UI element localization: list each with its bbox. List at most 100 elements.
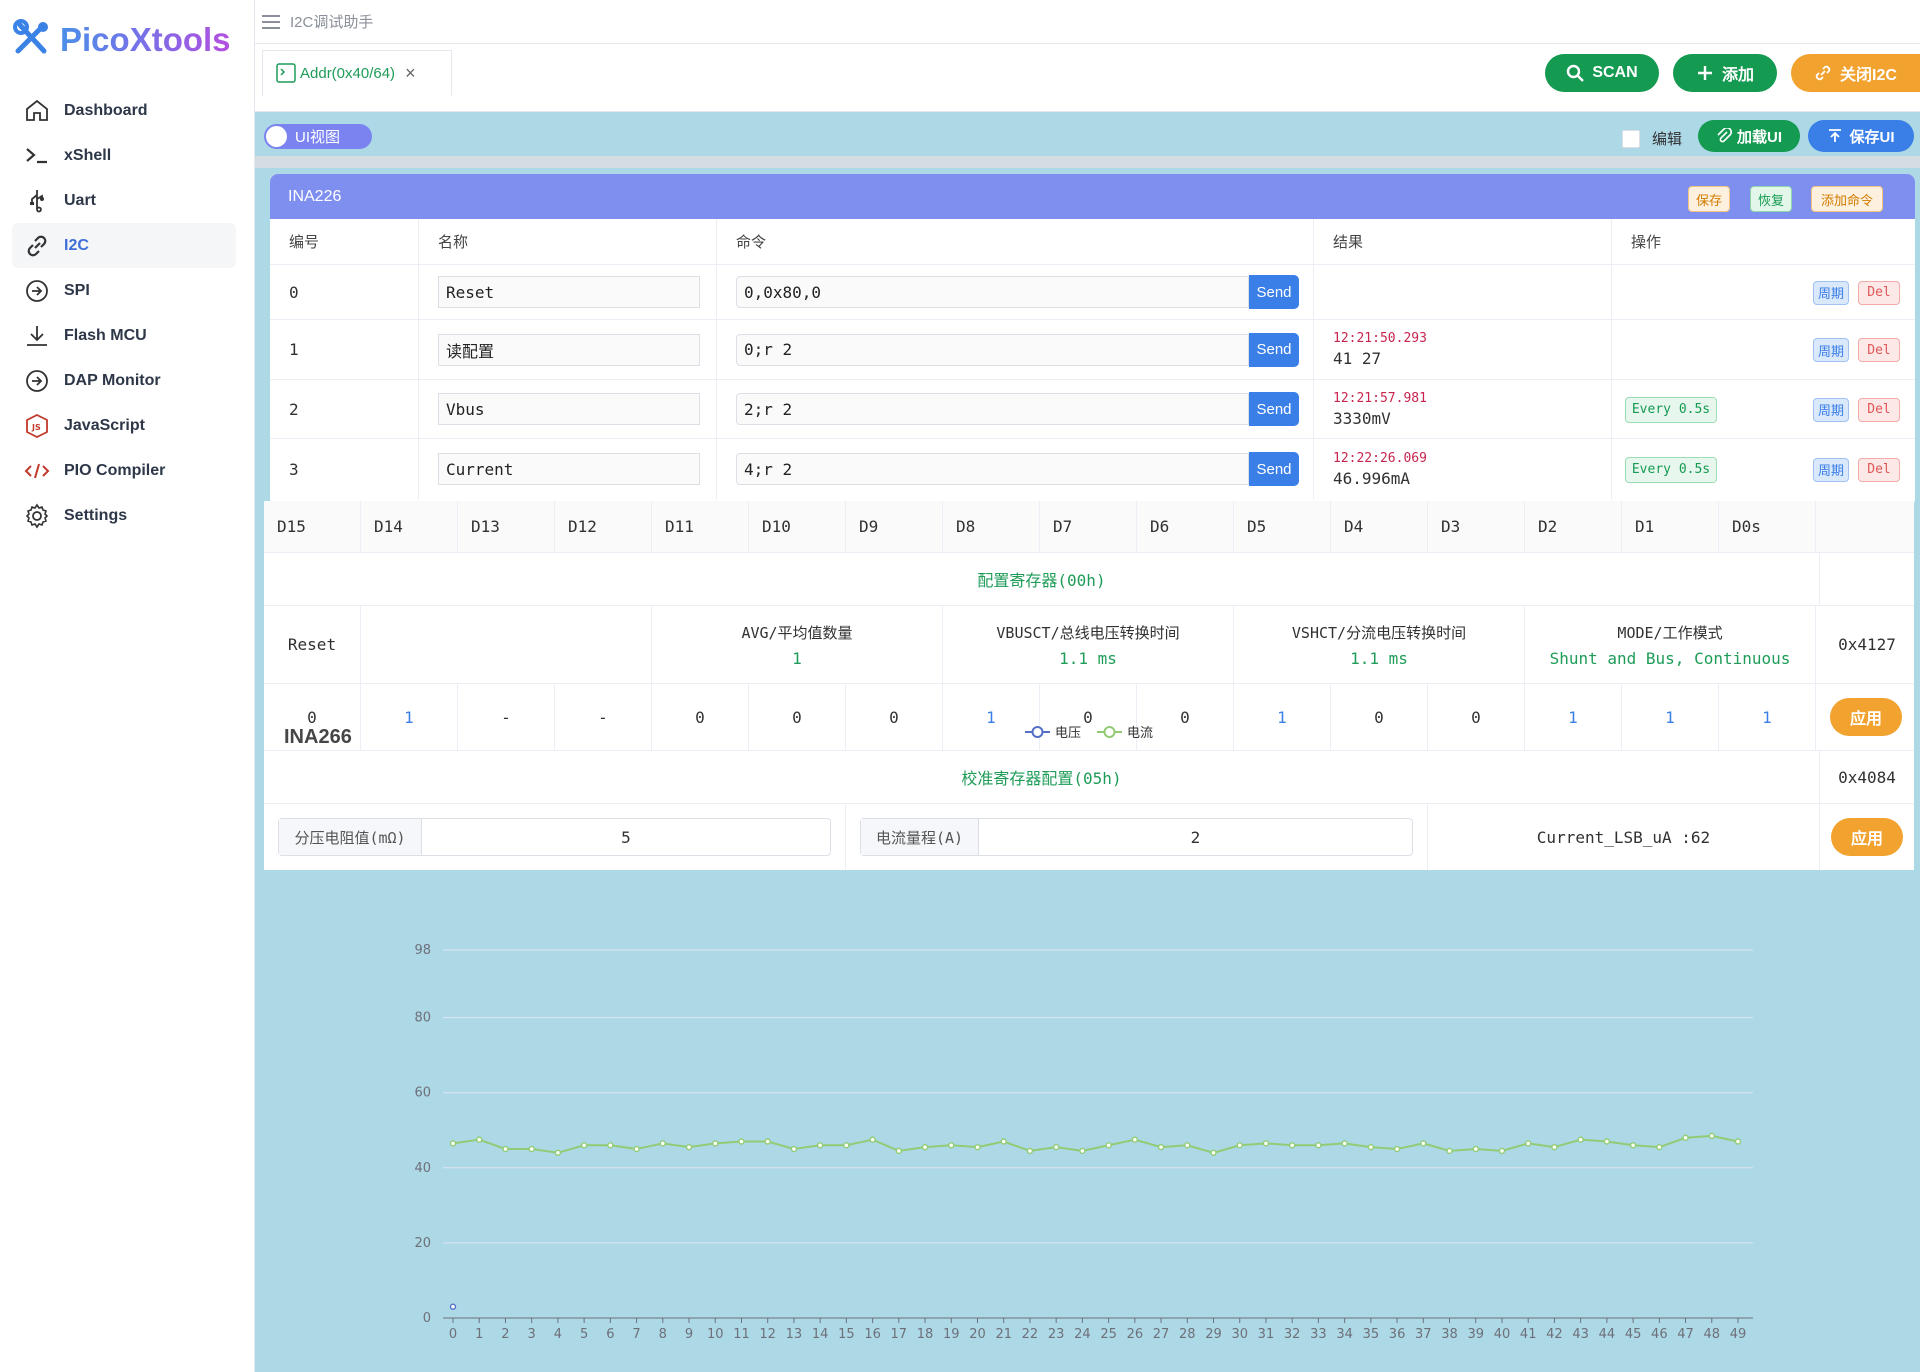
x-tick-label: 42 [1546,1327,1563,1342]
data-point[interactable] [895,1147,903,1155]
add-button[interactable]: 添加 [1673,54,1777,92]
data-point[interactable] [1026,1147,1034,1155]
data-point[interactable] [1184,1142,1191,1149]
period-button[interactable]: 周期 [1813,280,1849,305]
data-point[interactable] [1393,1145,1401,1153]
legend-item[interactable]: 电流 [1097,726,1153,741]
data-point[interactable] [528,1145,535,1153]
data-point[interactable] [1079,1147,1086,1155]
data-point[interactable] [1131,1136,1139,1143]
sidebar-item-settings[interactable]: Settings [12,493,236,538]
command-input[interactable]: 0;r 2 [736,333,1249,366]
data-point[interactable] [476,1136,483,1143]
command-input[interactable]: 4;r 2 [736,453,1249,485]
data-point[interactable] [1262,1140,1270,1147]
sidebar-item-xshell[interactable]: xShell [12,133,236,178]
data-point[interactable] [1603,1138,1611,1145]
data-point[interactable] [449,1140,457,1147]
edit-checkbox[interactable] [1622,129,1640,148]
del-button[interactable]: Del [1858,457,1900,482]
close-icon[interactable]: × [405,63,416,84]
sidebar-item-dap-monitor[interactable]: DAP Monitor [12,358,236,403]
data-point[interactable] [790,1145,798,1153]
data-point[interactable] [1498,1147,1506,1155]
sidebar-item-i2c[interactable]: I2C [12,223,236,268]
send-button[interactable]: Send [1249,452,1299,486]
menu-icon[interactable] [260,13,282,31]
data-point[interactable] [1105,1142,1112,1149]
data-point[interactable] [580,1142,588,1149]
app-logo[interactable]: PicoXtools [12,18,231,62]
data-point[interactable] [1315,1142,1322,1149]
send-button[interactable]: Send [1249,392,1299,426]
name-input[interactable]: Reset [438,276,700,308]
name-input[interactable]: Vbus [438,393,700,425]
data-point[interactable] [1157,1143,1165,1151]
panel-save-button[interactable]: 保存 [1688,186,1730,212]
sidebar-item-uart[interactable]: Uart [12,178,236,223]
del-button[interactable]: Del [1858,280,1900,305]
scan-button[interactable]: SCAN [1545,54,1659,92]
panel-add-command-button[interactable]: 添加命令 [1811,186,1883,212]
data-point[interactable] [921,1143,929,1151]
data-point[interactable] [1551,1143,1558,1151]
period-button[interactable]: 周期 [1813,457,1849,482]
period-button[interactable]: 周期 [1813,397,1849,422]
data-point[interactable] [1052,1143,1060,1151]
sidebar-item-spi[interactable]: SPI [12,268,236,313]
data-point[interactable] [1656,1143,1663,1151]
tab-addr[interactable]: Addr(0x40/64) × [262,50,452,97]
data-point[interactable] [816,1142,824,1149]
edit-checkbox-group[interactable]: 编辑 [1622,128,1682,149]
data-point[interactable] [1682,1134,1689,1141]
send-button[interactable]: Send [1249,275,1299,309]
empty-cell [1820,501,1914,552]
period-button[interactable]: 周期 [1813,338,1849,362]
ui-view-toggle[interactable]: UI视图 [264,124,372,149]
data-point[interactable] [1236,1142,1243,1149]
send-button[interactable]: Send [1249,332,1299,367]
data-point[interactable] [974,1143,981,1151]
data-point[interactable] [1210,1149,1217,1156]
name-input[interactable]: Current [438,453,700,485]
data-point[interactable] [554,1149,562,1156]
data-point[interactable] [869,1136,876,1143]
data-point[interactable] [1367,1143,1375,1151]
load-ui-button[interactable]: 加载UI [1698,120,1800,152]
data-point[interactable] [1000,1138,1007,1145]
data-point[interactable] [1288,1142,1296,1149]
data-point[interactable] [948,1142,955,1149]
data-point[interactable] [502,1145,509,1153]
name-input[interactable]: 读配置 [438,333,700,366]
data-point[interactable] [633,1145,640,1153]
data-point[interactable] [1472,1145,1479,1153]
data-point[interactable] [1734,1138,1742,1145]
data-point[interactable] [1341,1140,1348,1147]
del-button[interactable]: Del [1858,338,1900,362]
sidebar-item-dashboard[interactable]: Dashboard [12,88,236,133]
save-ui-button[interactable]: 保存UI [1808,120,1914,152]
del-button[interactable]: Del [1858,397,1900,422]
data-point[interactable] [1420,1140,1427,1147]
sidebar-item-flash-mcu[interactable]: Flash MCU [12,313,236,358]
data-point[interactable] [843,1142,850,1149]
data-point[interactable] [738,1138,745,1145]
data-point[interactable] [712,1140,719,1147]
data-point[interactable] [1525,1140,1532,1147]
data-point[interactable] [659,1140,666,1147]
data-point[interactable] [1629,1142,1637,1149]
sidebar-item-javascript[interactable]: JS JavaScript [12,403,236,448]
data-point[interactable] [1446,1147,1453,1155]
close-i2c-button[interactable]: 关闭I2C [1791,54,1920,92]
panel-restore-button[interactable]: 恢复 [1750,186,1792,212]
data-point[interactable] [764,1138,771,1145]
sidebar-item-pio-compiler[interactable]: PIO Compiler [12,448,236,493]
command-input[interactable]: 2;r 2 [736,393,1249,425]
data-point[interactable] [449,1303,457,1310]
data-point[interactable] [1708,1132,1715,1140]
data-point[interactable] [1577,1136,1584,1143]
data-point[interactable] [607,1142,614,1149]
command-input[interactable]: 0,0x80,0 [736,276,1249,308]
data-point[interactable] [685,1143,693,1151]
legend-item[interactable]: 电压 [1025,726,1081,741]
